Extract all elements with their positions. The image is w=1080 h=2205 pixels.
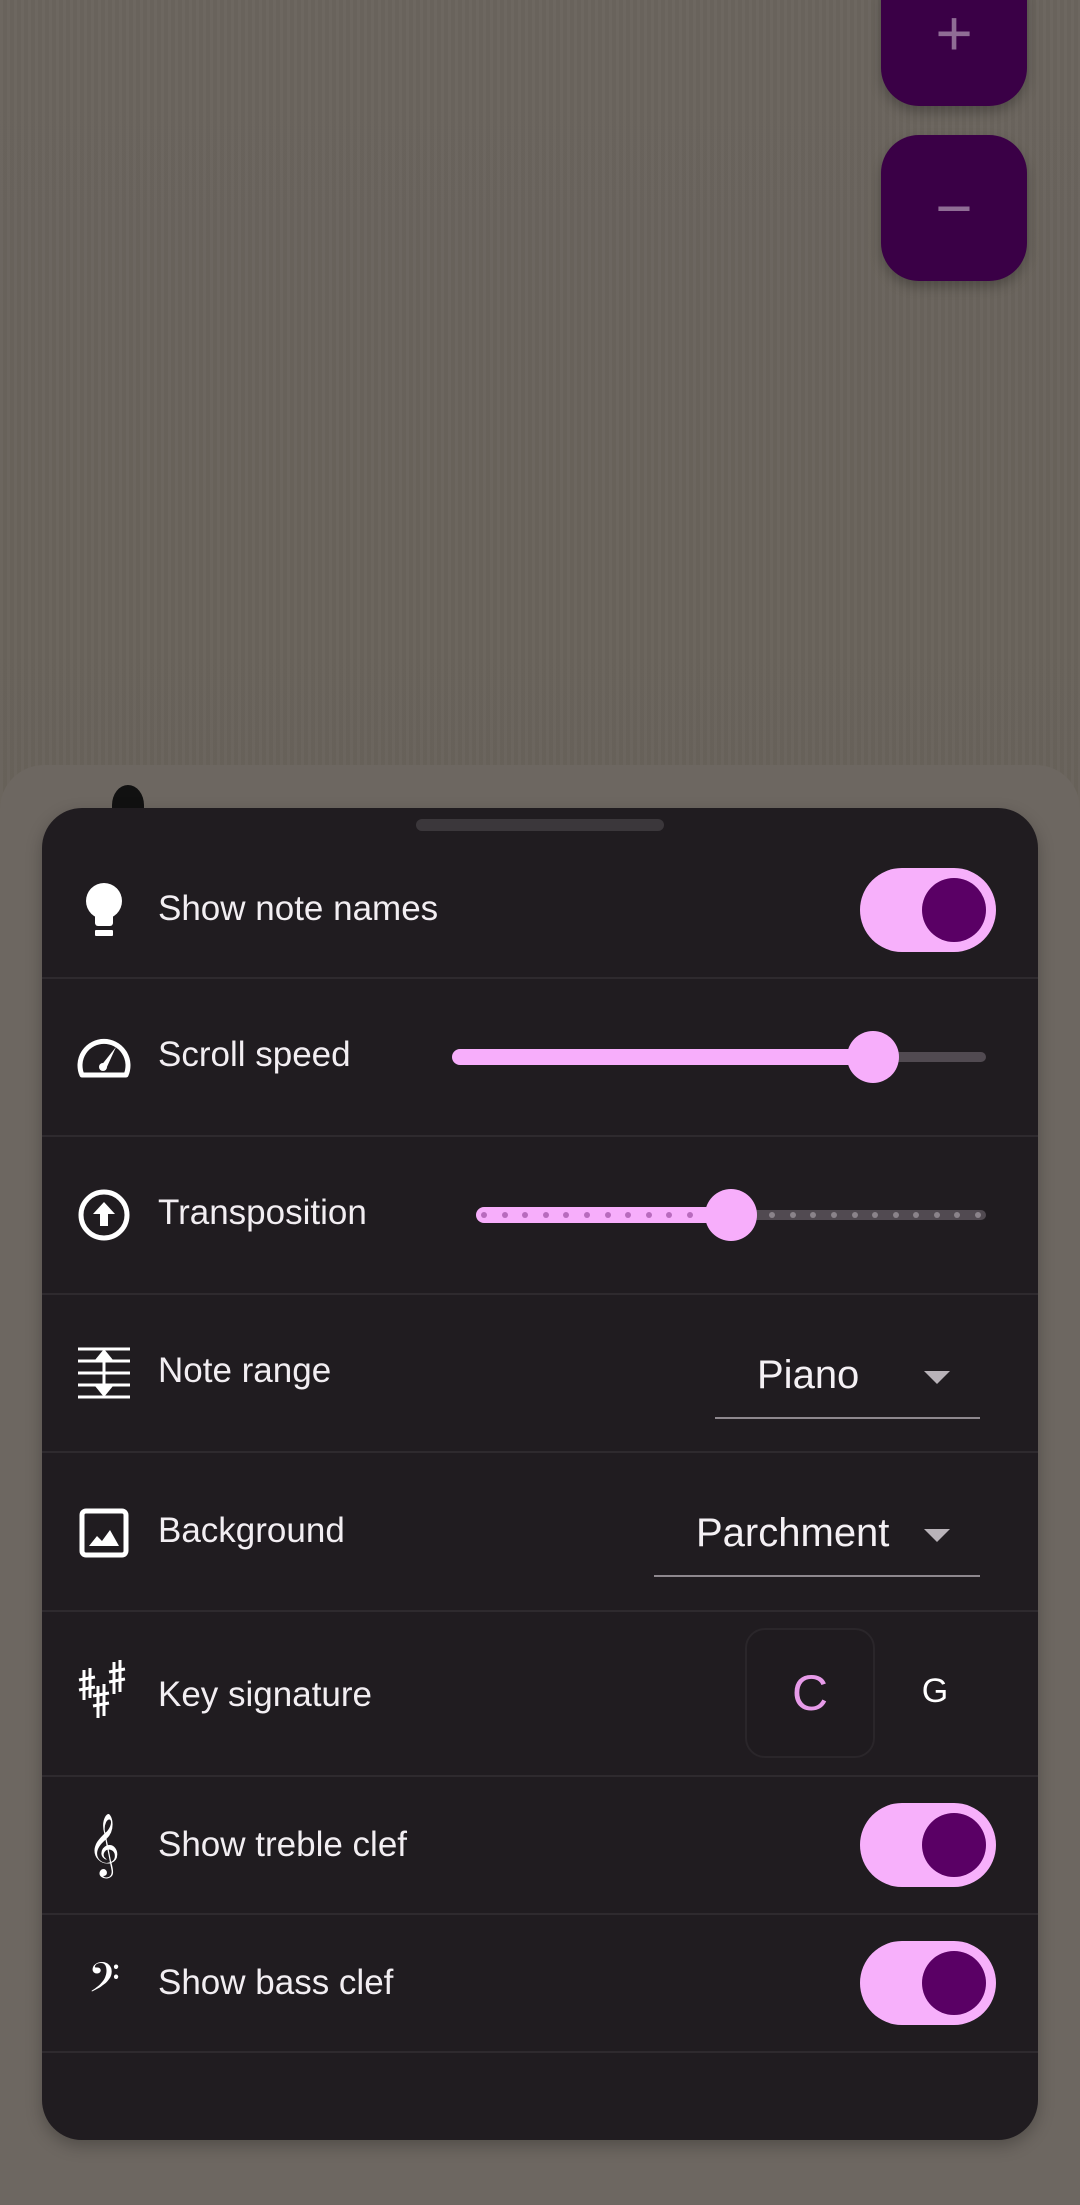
minus-icon: − xyxy=(935,172,973,244)
setting-label: Show treble clef xyxy=(158,1825,408,1864)
settings-bottom-sheet: Show note names Scroll speed Transpositi… xyxy=(42,808,1038,2140)
setting-show-treble-clef: 𝄞 Show treble clef xyxy=(42,1777,1038,1915)
slider-tick xyxy=(501,1212,508,1218)
setting-label: Note range xyxy=(158,1351,332,1390)
slider-tick xyxy=(892,1212,899,1218)
slider-thumb[interactable] xyxy=(705,1189,757,1241)
setting-note-range: Note range Piano xyxy=(42,1295,1038,1453)
slider-track-active xyxy=(452,1049,874,1065)
speedometer-icon xyxy=(76,1029,132,1085)
sharps-icon xyxy=(76,1660,132,1720)
bass-clef-icon: 𝄢 xyxy=(87,1954,121,2012)
image-icon xyxy=(76,1505,132,1561)
plus-icon: + xyxy=(935,0,973,69)
chevron-down-icon xyxy=(924,1371,950,1384)
setting-label: Scroll speed xyxy=(158,1035,351,1074)
slider-track-inactive xyxy=(751,1210,986,1220)
treble-clef-icon: 𝄞 xyxy=(88,1813,120,1876)
toggle-knob xyxy=(922,1813,986,1877)
dropdown-value: Piano xyxy=(757,1353,860,1397)
chevron-down-icon xyxy=(924,1529,950,1542)
setting-label: Show bass clef xyxy=(158,1963,394,2002)
slider-tick xyxy=(830,1212,837,1218)
show-treble-clef-toggle[interactable] xyxy=(860,1803,996,1887)
slider-thumb[interactable] xyxy=(847,1031,900,1083)
slider-tick xyxy=(686,1212,693,1218)
toggle-knob xyxy=(922,1951,986,2015)
slider-tick xyxy=(975,1212,981,1218)
setting-scroll-speed: Scroll speed xyxy=(42,979,1038,1137)
arrow-circle-up-icon xyxy=(76,1187,132,1243)
slider-tick xyxy=(789,1212,796,1218)
zoom-out-button[interactable]: − xyxy=(881,135,1027,281)
setting-label: Show note names xyxy=(158,889,439,928)
setting-show-bass-clef: 𝄢 Show bass clef xyxy=(42,1915,1038,2053)
transposition-slider[interactable] xyxy=(476,1185,986,1245)
key-option-label: C xyxy=(791,1665,829,1721)
slider-tick xyxy=(481,1212,487,1218)
background-dropdown[interactable]: Parchment xyxy=(654,1473,980,1577)
slider-track-inactive xyxy=(893,1052,986,1062)
slider-tick xyxy=(542,1212,549,1218)
show-bass-clef-toggle[interactable] xyxy=(860,1941,996,2025)
slider-tick xyxy=(583,1212,590,1218)
show-note-names-toggle[interactable] xyxy=(860,868,996,952)
setting-transposition: Transposition xyxy=(42,1137,1038,1295)
scroll-speed-slider[interactable] xyxy=(452,1027,986,1087)
lightbulb-icon xyxy=(76,882,132,938)
key-option-c[interactable]: C xyxy=(745,1628,875,1758)
slider-tick xyxy=(851,1212,858,1218)
slider-tick xyxy=(604,1212,611,1218)
setting-show-note-names: Show note names xyxy=(42,808,1038,979)
setting-key-signature: Key signature C G xyxy=(42,1612,1038,1777)
note-range-dropdown[interactable]: Piano xyxy=(715,1315,980,1419)
setting-label: Key signature xyxy=(158,1675,373,1714)
zoom-in-button[interactable]: + xyxy=(881,0,1027,106)
key-option-label: G xyxy=(921,1671,949,1710)
setting-background: Background Parchment xyxy=(42,1453,1038,1612)
setting-label: Transposition xyxy=(158,1193,367,1232)
setting-label: Background xyxy=(158,1511,345,1550)
staff-height-icon xyxy=(76,1345,132,1401)
dropdown-value: Parchment xyxy=(696,1511,890,1555)
slider-tick xyxy=(645,1212,652,1218)
key-option-g[interactable]: G xyxy=(895,1628,975,1754)
toggle-knob xyxy=(922,878,986,942)
slider-tick xyxy=(933,1212,940,1218)
